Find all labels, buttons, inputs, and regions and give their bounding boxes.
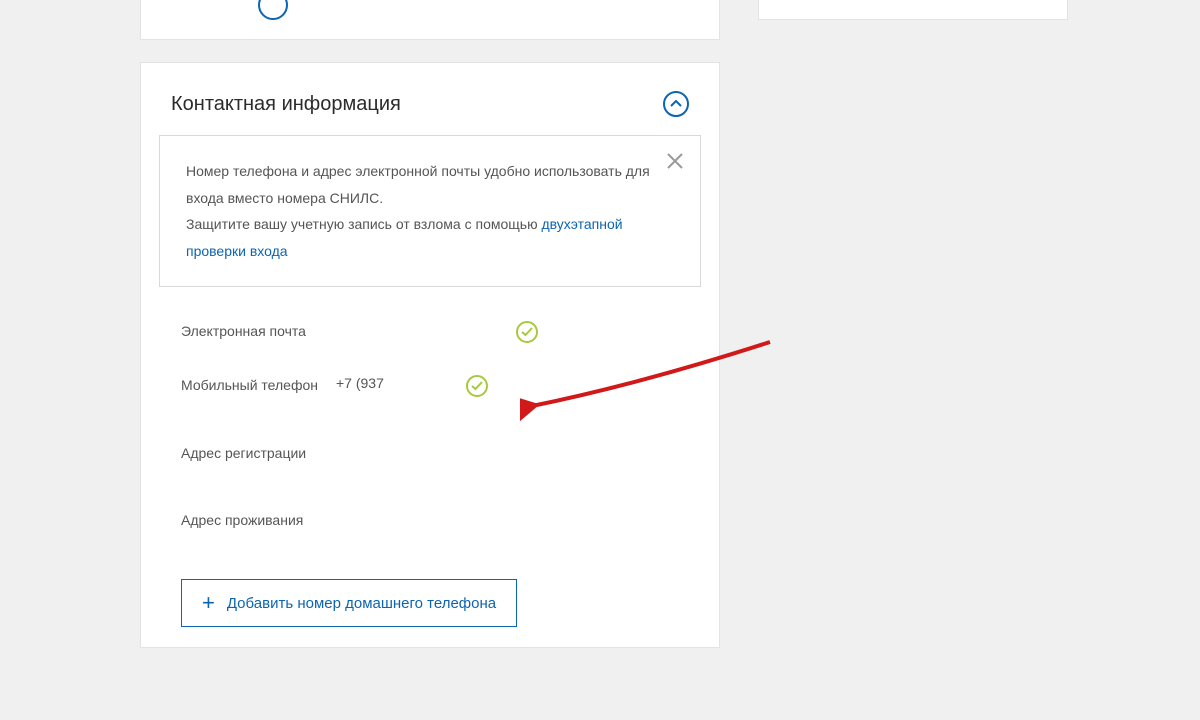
collapse-button[interactable] xyxy=(663,91,689,117)
field-status-mobile xyxy=(466,375,496,397)
field-registration-address[interactable]: Адрес регистрации xyxy=(141,413,719,480)
hint-line-1: Номер телефона и адрес электронной почты… xyxy=(186,158,650,211)
add-home-phone-label: Добавить номер домашнего телефона xyxy=(227,595,496,612)
field-label-mobile: Мобильный телефон xyxy=(181,375,336,396)
hint-line-2: Защитите вашу учетную запись от взлома с… xyxy=(186,211,650,264)
add-home-phone-button[interactable]: + Добавить номер домашнего телефона xyxy=(181,579,517,627)
contact-info-card: Контактная информация Номер телефона и а… xyxy=(140,62,720,648)
hint-box: Номер телефона и адрес электронной почты… xyxy=(159,135,701,287)
section-header: Контактная информация xyxy=(141,63,719,135)
field-status-email xyxy=(516,321,546,343)
hint-close-button[interactable] xyxy=(664,150,686,172)
chevron-up-icon xyxy=(670,100,682,108)
section-title: Контактная информация xyxy=(171,93,401,116)
field-label-email: Электронная почта xyxy=(181,321,336,342)
previous-card-fragment xyxy=(140,0,720,40)
field-label-reg-addr: Адрес регистрации xyxy=(181,443,306,464)
verified-icon xyxy=(466,375,488,397)
field-label-live-addr: Адрес проживания xyxy=(181,510,303,531)
verified-icon xyxy=(516,321,538,343)
field-email[interactable]: Электронная почта xyxy=(141,305,719,359)
field-mobile[interactable]: Мобильный телефон +7 (937 xyxy=(141,359,719,413)
close-icon xyxy=(664,150,686,172)
plus-icon: + xyxy=(202,592,215,614)
field-living-address[interactable]: Адрес проживания xyxy=(141,480,719,547)
sidebar-card-fragment xyxy=(758,0,1068,20)
